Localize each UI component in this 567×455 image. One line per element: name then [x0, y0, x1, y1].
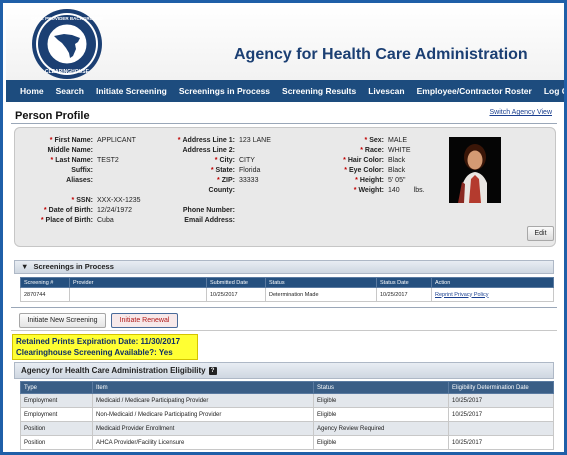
eligibility-section-header: Agency for Health Care Administration El…	[14, 362, 554, 379]
table-header-row: Screening # Provider Submitted Date Stat…	[20, 277, 554, 288]
screenings-table: Screening # Provider Submitted Date Stat…	[20, 277, 554, 302]
dob-value: 12/24/1972	[97, 207, 133, 214]
action-cell: Reprint Privacy Policy	[431, 287, 554, 302]
nav-screening-results[interactable]: Screening Results	[276, 86, 362, 96]
ssn-value: XXX-XX-1235	[97, 197, 141, 204]
table-row: Position AHCA Provider/Facility Licensur…	[20, 435, 554, 450]
zip-value: 33333	[239, 177, 259, 184]
weight-unit: lbs.	[413, 187, 425, 194]
switch-agency-link[interactable]: Switch Agency View	[489, 109, 552, 116]
initiate-new-screening-button[interactable]: Initiate New Screening	[19, 313, 106, 328]
provider-cell	[69, 287, 207, 302]
person-profile-panel: * First Name: APPLICANT Middle Name: * Las…	[14, 127, 556, 247]
svg-text:CARE PROVIDER BACKGROUND: CARE PROVIDER BACKGROUND	[31, 16, 104, 21]
page-title: Person Profile	[15, 110, 90, 122]
reprint-privacy-policy-link[interactable]: Reprint Privacy Policy	[435, 292, 489, 298]
col-status: Status	[313, 381, 449, 394]
city-value: CITY	[239, 157, 255, 164]
col-type: Type	[20, 381, 93, 394]
last-name-value: TEST2	[97, 157, 119, 164]
submitted-date-cell: 10/25/2017	[206, 287, 266, 302]
triangle-down-icon[interactable]: ▼	[21, 261, 28, 273]
pob-value: Cuba	[97, 217, 114, 224]
retained-prints-expiration: Retained Prints Expiration Date: 11/30/2…	[16, 337, 181, 346]
nav-home[interactable]: Home	[6, 86, 50, 96]
table-row: Position Medicaid Provider Enrollment Ag…	[20, 421, 554, 436]
col-status-date: Status Date	[376, 277, 432, 288]
divider	[11, 123, 557, 124]
col-item: Item	[92, 381, 314, 394]
nav-roster[interactable]: Employee/Contractor Roster	[411, 86, 538, 96]
screenings-section-header[interactable]: ▼ Screenings in Process	[14, 260, 554, 274]
col-screening-no: Screening #	[20, 277, 70, 288]
browser-frame: CARE PROVIDER BACKGROUND CLEARINGHOUSE A…	[0, 0, 567, 455]
screening-number: 2870744	[20, 287, 70, 302]
divider	[11, 330, 557, 331]
nav-screenings-in-process[interactable]: Screenings in Process	[173, 86, 276, 96]
table-row: 2870744 10/25/2017 Determination Made 10…	[20, 287, 554, 302]
edit-button[interactable]: Edit	[527, 226, 554, 241]
eligibility-table: Type Item Status Eligibility Determinati…	[20, 381, 554, 450]
height-value: 5' 05"	[388, 177, 406, 184]
col-provider: Provider	[69, 277, 207, 288]
initiate-renewal-button[interactable]: Initiate Renewal	[111, 313, 178, 328]
col-determination-date: Eligibility Determination Date	[448, 381, 554, 394]
person-photo	[449, 137, 501, 203]
divider	[11, 307, 557, 308]
sex-value: MALE	[388, 137, 408, 144]
col-action: Action	[431, 277, 554, 288]
table-row: Employment Medicaid / Medicare Participa…	[20, 393, 554, 408]
eye-value: Black	[388, 167, 406, 174]
col-status: Status	[265, 277, 377, 288]
hair-value: Black	[388, 157, 406, 164]
nav-search[interactable]: Search	[50, 86, 90, 96]
table-row: Employment Non-Medicaid / Medicare Parti…	[20, 407, 554, 422]
main-nav: Home Search Initiate Screening Screening…	[6, 80, 564, 102]
agency-seal-logo: CARE PROVIDER BACKGROUND CLEARINGHOUSE	[31, 9, 104, 79]
agency-title: Agency for Health Care Administration	[234, 46, 528, 63]
help-icon[interactable]: ?	[208, 366, 217, 375]
status-cell: Determination Made	[265, 287, 377, 302]
nav-livescan[interactable]: Livescan	[362, 86, 410, 96]
site-header: CARE PROVIDER BACKGROUND CLEARINGHOUSE A…	[6, 6, 564, 80]
first-name-value: APPLICANT	[97, 137, 136, 144]
nav-logout[interactable]: Log Out	[538, 86, 564, 96]
status-date-cell: 10/25/2017	[376, 287, 432, 302]
svg-text:CLEARINGHOUSE: CLEARINGHOUSE	[45, 69, 90, 75]
address1-value: 123 LANE	[239, 137, 271, 144]
table-header-row: Type Item Status Eligibility Determinati…	[20, 381, 554, 394]
clearinghouse-available: Clearinghouse Screening Available?: Yes	[16, 347, 173, 357]
col-submitted-date: Submitted Date	[206, 277, 266, 288]
nav-initiate-screening[interactable]: Initiate Screening	[90, 86, 173, 96]
retained-prints-callout: Retained Prints Expiration Date: 11/30/2…	[12, 334, 198, 360]
state-value: Florida	[239, 167, 261, 174]
race-value: WHITE	[388, 147, 411, 154]
weight-value: 140	[388, 187, 400, 194]
